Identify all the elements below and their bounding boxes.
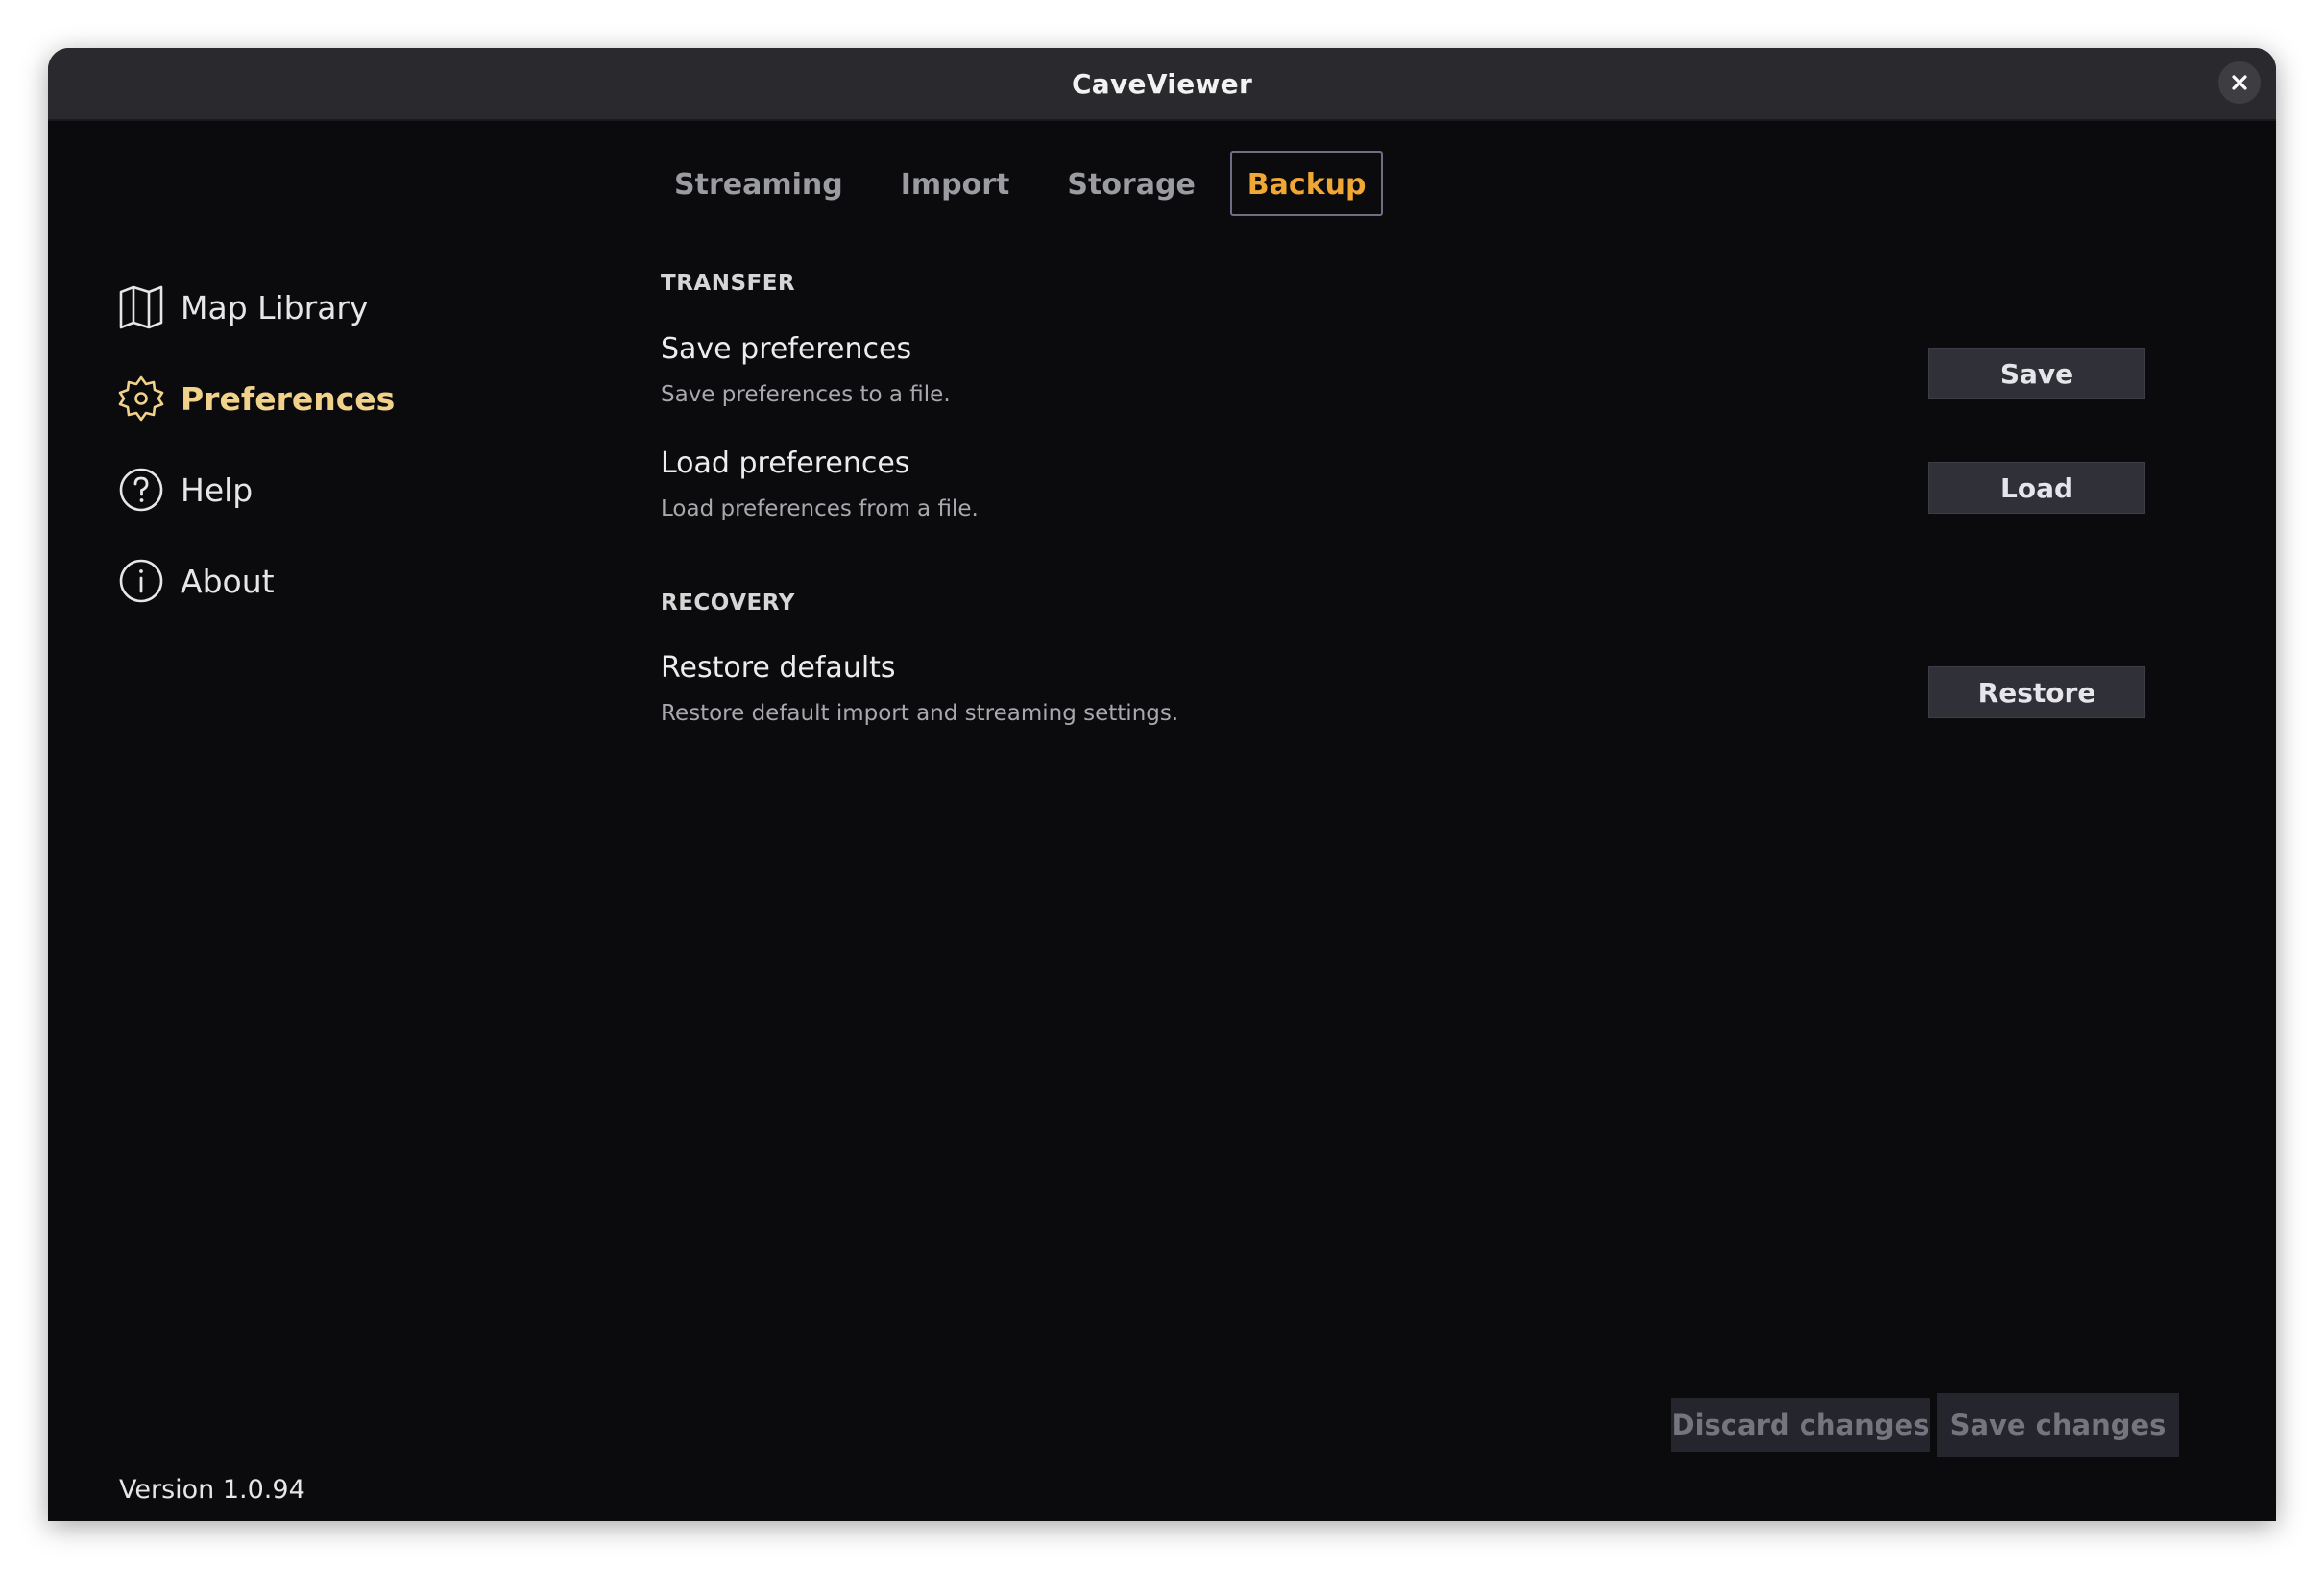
tab-backup[interactable]: Backup: [1229, 151, 1384, 216]
sidebar-item-label: Map Library: [181, 288, 369, 326]
info-icon: [117, 557, 165, 605]
setting-description-save: Save preferences to a file.: [661, 382, 951, 407]
restore-button[interactable]: Restore: [1928, 666, 2145, 718]
section-heading-recovery: RECOVERY: [661, 591, 795, 616]
load-button[interactable]: Load: [1928, 462, 2145, 514]
close-icon: [2232, 75, 2247, 90]
app-window: CaveViewer Map Library Preferences Help …: [48, 48, 2276, 1521]
version-label: Version 1.0.94: [119, 1475, 305, 1505]
window-title: CaveViewer: [1071, 67, 1253, 100]
sidebar-item-map-library[interactable]: Map Library: [117, 278, 369, 336]
help-icon: [117, 466, 165, 514]
preferences-tabs: Streaming Import Storage Backup: [651, 150, 1394, 217]
sidebar-item-label: About: [181, 562, 275, 600]
setting-title-restore: Restore defaults: [661, 651, 896, 685]
setting-title-save: Save preferences: [661, 332, 912, 366]
map-icon: [117, 283, 165, 331]
sidebar-item-label: Preferences: [181, 379, 396, 418]
title-bar: CaveViewer: [48, 48, 2276, 121]
sidebar-item-preferences[interactable]: Preferences: [117, 370, 395, 427]
sidebar-item-about[interactable]: About: [117, 552, 275, 610]
tab-streaming[interactable]: Streaming: [651, 151, 866, 216]
discard-changes-button[interactable]: Discard changes: [1671, 1398, 1930, 1452]
close-button[interactable]: [2218, 61, 2261, 104]
setting-description-load: Load preferences from a file.: [661, 496, 979, 521]
tab-storage[interactable]: Storage: [1044, 151, 1218, 216]
save-changes-button[interactable]: Save changes: [1937, 1393, 2179, 1457]
gear-icon: [117, 374, 165, 422]
setting-description-restore: Restore default import and streaming set…: [661, 701, 1179, 726]
sidebar: Map Library Preferences Help About Versi…: [48, 121, 624, 1521]
sidebar-item-label: Help: [181, 471, 254, 509]
save-button[interactable]: Save: [1928, 348, 2145, 399]
tab-import[interactable]: Import: [878, 151, 1033, 216]
section-heading-transfer: TRANSFER: [661, 271, 796, 296]
setting-title-load: Load preferences: [661, 447, 910, 480]
sidebar-item-help[interactable]: Help: [117, 461, 253, 519]
